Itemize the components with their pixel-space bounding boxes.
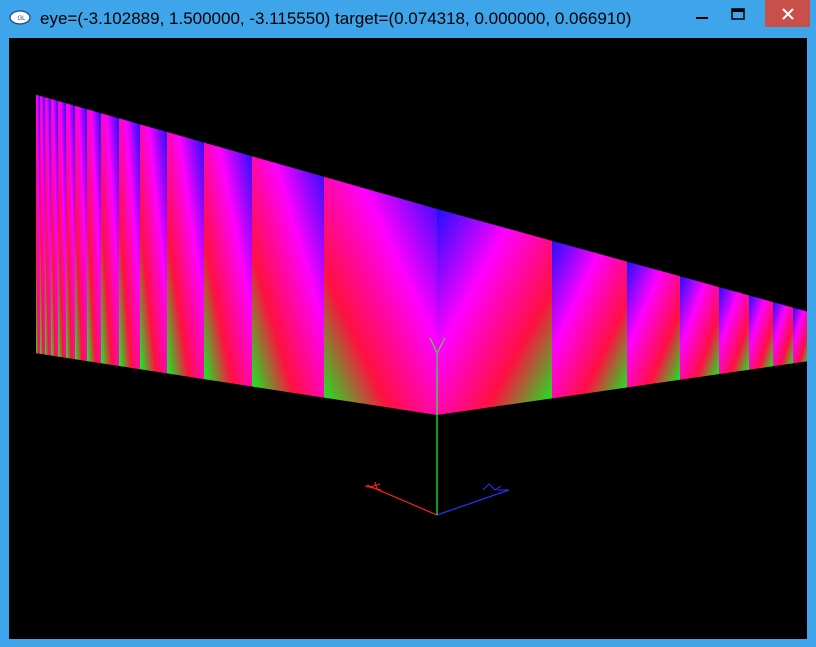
cube-face-right <box>773 302 793 367</box>
x-axis-label <box>364 481 382 491</box>
freeglut-icon: GL <box>9 10 31 25</box>
app-window: GL eye=(-3.102889, 1.500000, -3.115550) … <box>0 0 816 647</box>
gl-viewport[interactable] <box>9 38 807 639</box>
cube-face-left <box>36 94 40 354</box>
cube-face-left <box>40 95 45 355</box>
cube-faces <box>36 94 807 415</box>
cube-face-left <box>58 100 66 358</box>
cube-face-right <box>552 240 627 399</box>
title-bar[interactable]: GL eye=(-3.102889, 1.500000, -3.115550) … <box>0 0 816 38</box>
cube-face-left <box>204 142 252 387</box>
cube-face-left <box>51 98 58 357</box>
cube-face-right <box>627 261 680 388</box>
cube-face-left <box>252 156 324 398</box>
cube-face-right <box>793 307 807 364</box>
maximize-icon <box>731 7 745 20</box>
cube-face-left <box>45 97 51 356</box>
z-axis-line <box>436 489 510 516</box>
z-axis-label <box>482 483 509 491</box>
maximize-button[interactable] <box>718 0 758 27</box>
cube-face-left <box>167 132 204 380</box>
cube-face-left <box>75 105 87 362</box>
cube-face-right <box>719 287 749 375</box>
cube-face-left <box>87 109 101 364</box>
cube-face-left <box>119 118 140 370</box>
cube-face-left <box>101 113 119 367</box>
cube-face-left <box>66 103 75 360</box>
window-title: eye=(-3.102889, 1.500000, -3.115550) tar… <box>40 9 632 28</box>
close-button[interactable] <box>765 0 810 27</box>
cube-face-right <box>680 276 719 380</box>
cube-face-right <box>749 295 773 370</box>
cube-face-left <box>140 124 167 374</box>
cube-face-right <box>437 209 552 415</box>
minimize-icon <box>696 16 708 19</box>
cube-face-left <box>324 176 437 415</box>
app-icon-label: GL <box>17 16 26 22</box>
close-icon <box>781 7 794 20</box>
3d-scene <box>36 94 807 516</box>
